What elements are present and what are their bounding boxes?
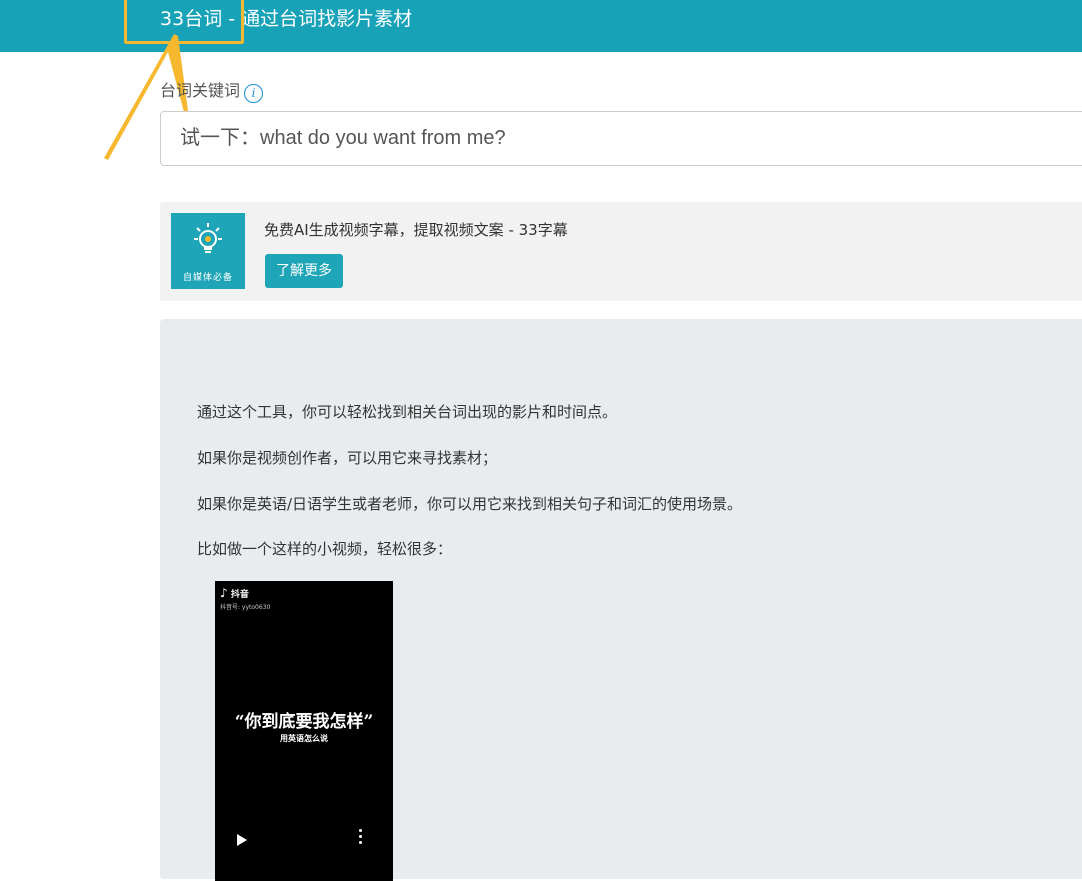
more-options-icon[interactable] (358, 829, 362, 847)
intro-paragraph-1: 通过这个工具，你可以轻松找到相关台词出现的影片和时间点。 (197, 403, 618, 421)
video-title: “你到底要我怎样” (234, 712, 374, 732)
intro-panel: 通过这个工具，你可以轻松找到相关台词出现的影片和时间点。 如果你是视频创作者，可… (160, 319, 1082, 881)
keyword-label: 台词关键词 i (160, 77, 264, 103)
info-icon[interactable]: i (244, 84, 264, 103)
ad-banner: 自媒体必备 免费AI生成视频字幕，提取视频文案 - 33字幕 了解更多 (160, 202, 1082, 301)
annotation-highlight-box (124, 0, 244, 44)
intro-paragraph-3: 如果你是英语/日语学生或者老师，你可以用它来找到相关句子和词汇的使用场景。 (197, 495, 743, 513)
ad-logo-text: 自媒体必备 (182, 273, 233, 283)
tiktok-logo: ♪ 抖音 (220, 586, 249, 600)
example-video[interactable]: ♪ 抖音 抖音号: yyto0630 “你到底要我怎样” 用英语怎么说 (215, 581, 393, 881)
search-input[interactable] (160, 111, 1082, 166)
play-icon[interactable] (237, 834, 247, 846)
brand-tagline: 通过台词找影片素材 (241, 8, 413, 30)
intro-paragraph-2: 如果你是视频创作者，可以用它来寻找素材； (197, 449, 498, 467)
intro-paragraph-4: 比如做一个这样的小视频，轻松很多： (197, 540, 453, 558)
ad-logo: 自媒体必备 (171, 213, 245, 289)
tiktok-note-icon: ♪ (220, 586, 228, 600)
learn-more-button[interactable]: 了解更多 (265, 254, 343, 288)
ad-text[interactable]: 免费AI生成视频字幕，提取视频文案 - 33字幕 (264, 219, 568, 240)
tiktok-account-id: 抖音号: yyto0630 (220, 604, 271, 611)
tiktok-platform-name: 抖音 (230, 590, 249, 600)
lightbulb-icon (194, 223, 222, 253)
video-subtitle: 用英语怎么说 (280, 734, 328, 743)
keyword-label-text: 台词关键词 (160, 81, 241, 100)
